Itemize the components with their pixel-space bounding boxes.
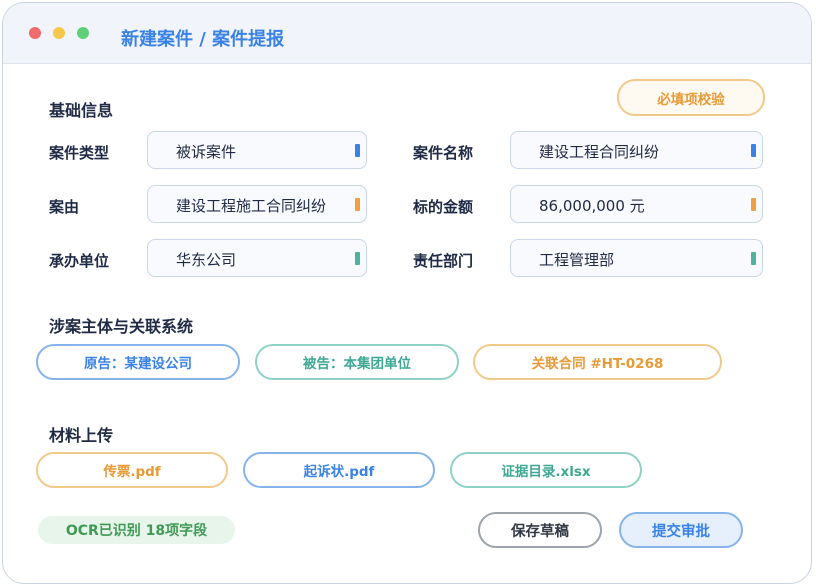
department-label: 责任部门: [413, 252, 474, 270]
amount-field[interactable]: 86,000,000 元: [510, 185, 763, 223]
unit-field[interactable]: 华东公司: [147, 239, 367, 277]
title-bar: 新建案件 / 案件提报: [3, 3, 811, 64]
unit-marker: [355, 252, 360, 265]
case-type-label: 案件类型: [49, 144, 110, 162]
department-marker: [751, 252, 756, 265]
required-check-button[interactable]: 必填项校验: [617, 79, 765, 116]
defendant-chip[interactable]: 被告：本集团单位: [255, 344, 459, 380]
window-title: 新建案件 / 案件提报: [121, 29, 285, 50]
department-value: 工程管理部: [539, 251, 615, 269]
amount-marker: [751, 198, 756, 211]
case-name-field[interactable]: 建设工程合同纠纷: [510, 131, 763, 169]
unit-label: 承办单位: [49, 252, 110, 270]
cause-field[interactable]: 建设工程施工合同纠纷: [147, 185, 367, 223]
cause-label: 案由: [49, 198, 80, 216]
case-type-field[interactable]: 被诉案件: [147, 131, 367, 169]
case-name-value: 建设工程合同纠纷: [539, 143, 660, 161]
cause-value: 建设工程施工合同纠纷: [176, 197, 327, 215]
materials-title: 材料上传: [49, 426, 114, 445]
department-field[interactable]: 工程管理部: [510, 239, 763, 277]
case-type-marker: [355, 144, 360, 157]
basic-info-title: 基础信息: [49, 101, 114, 120]
summons-file-chip[interactable]: 传票.pdf: [36, 452, 228, 488]
save-draft-button[interactable]: 保存草稿: [478, 512, 602, 548]
close-window-dot[interactable]: [29, 27, 41, 39]
amount-value: 86,000,000 元: [539, 197, 645, 215]
complaint-file-chip[interactable]: 起诉状.pdf: [243, 452, 435, 488]
unit-value: 华东公司: [176, 251, 237, 269]
parties-title: 涉案主体与关联系统: [49, 317, 194, 336]
related-contract-chip[interactable]: 关联合同 #HT-0268: [473, 344, 722, 380]
plaintiff-chip[interactable]: 原告：某建设公司: [36, 344, 240, 380]
evidence-file-chip[interactable]: 证据目录.xlsx: [450, 452, 642, 488]
case-form-window: 新建案件 / 案件提报 基础信息 必填项校验 案件类型 被诉案件 案件名称 建设…: [2, 2, 812, 584]
minimize-window-dot[interactable]: [53, 27, 65, 39]
amount-label: 标的金额: [413, 198, 474, 216]
case-type-value: 被诉案件: [176, 143, 237, 161]
case-name-label: 案件名称: [413, 144, 474, 162]
maximize-window-dot[interactable]: [77, 27, 89, 39]
case-name-marker: [751, 144, 756, 157]
ocr-status-badge: OCR已识别 18项字段: [38, 516, 235, 544]
submit-approval-button[interactable]: 提交审批: [619, 512, 743, 548]
cause-marker: [355, 198, 360, 211]
